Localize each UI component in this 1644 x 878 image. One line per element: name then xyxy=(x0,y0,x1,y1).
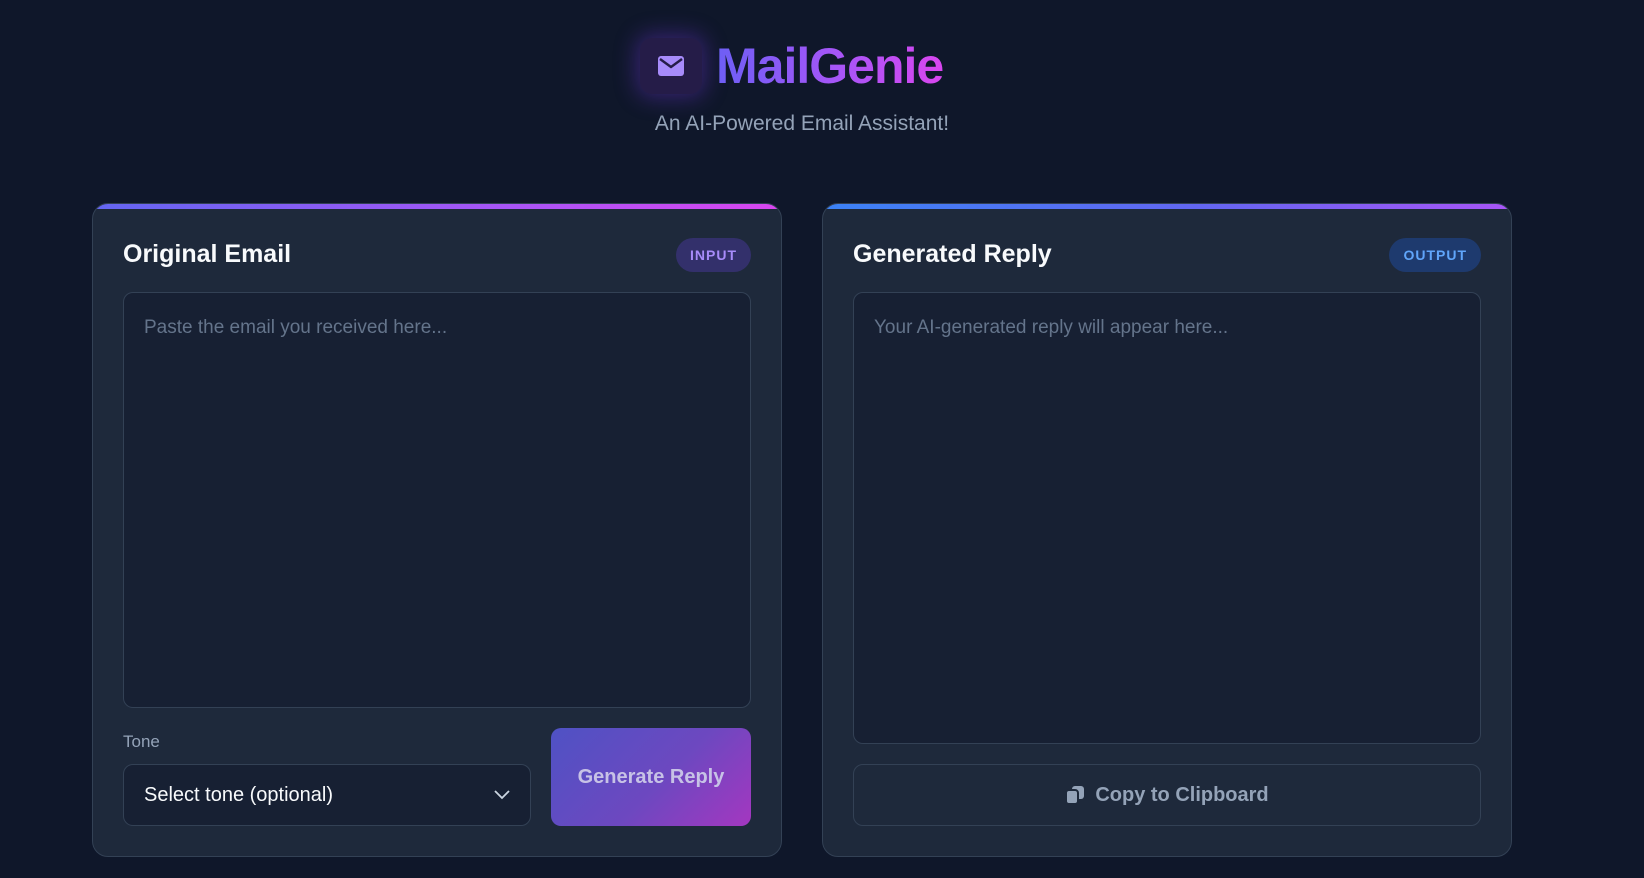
app-title: MailGenie xyxy=(716,38,944,94)
generated-reply-card: Generated Reply OUTPUT Copy to Clipboard xyxy=(822,203,1512,857)
output-badge: OUTPUT xyxy=(1389,238,1481,272)
copy-icon xyxy=(1065,785,1085,805)
copy-to-clipboard-button[interactable]: Copy to Clipboard xyxy=(853,764,1481,826)
app-subtitle: An AI-Powered Email Assistant! xyxy=(654,112,950,135)
generate-reply-button[interactable]: Generate Reply xyxy=(551,728,751,826)
chevron-down-icon xyxy=(494,790,510,800)
brand: MailGenie xyxy=(640,36,944,96)
generated-reply-output[interactable] xyxy=(853,292,1481,744)
tone-select-value: Select tone (optional) xyxy=(144,783,334,806)
input-badge: INPUT xyxy=(676,238,751,272)
card-accent-bar xyxy=(823,204,1511,209)
app-header: MailGenie An AI-Powered Email Assistant! xyxy=(0,0,1644,160)
tone-label: Tone xyxy=(123,732,160,751)
tone-select[interactable]: Select tone (optional) xyxy=(123,764,531,826)
copy-button-label: Copy to Clipboard xyxy=(1095,783,1269,806)
card-title: Generated Reply xyxy=(853,240,1052,268)
card-accent-bar xyxy=(93,204,781,209)
original-email-input[interactable] xyxy=(123,292,751,708)
card-title: Original Email xyxy=(123,240,292,268)
original-email-card: Original Email INPUT Tone Select tone (o… xyxy=(92,203,782,857)
logo xyxy=(640,38,702,94)
envelope-icon xyxy=(658,56,684,76)
